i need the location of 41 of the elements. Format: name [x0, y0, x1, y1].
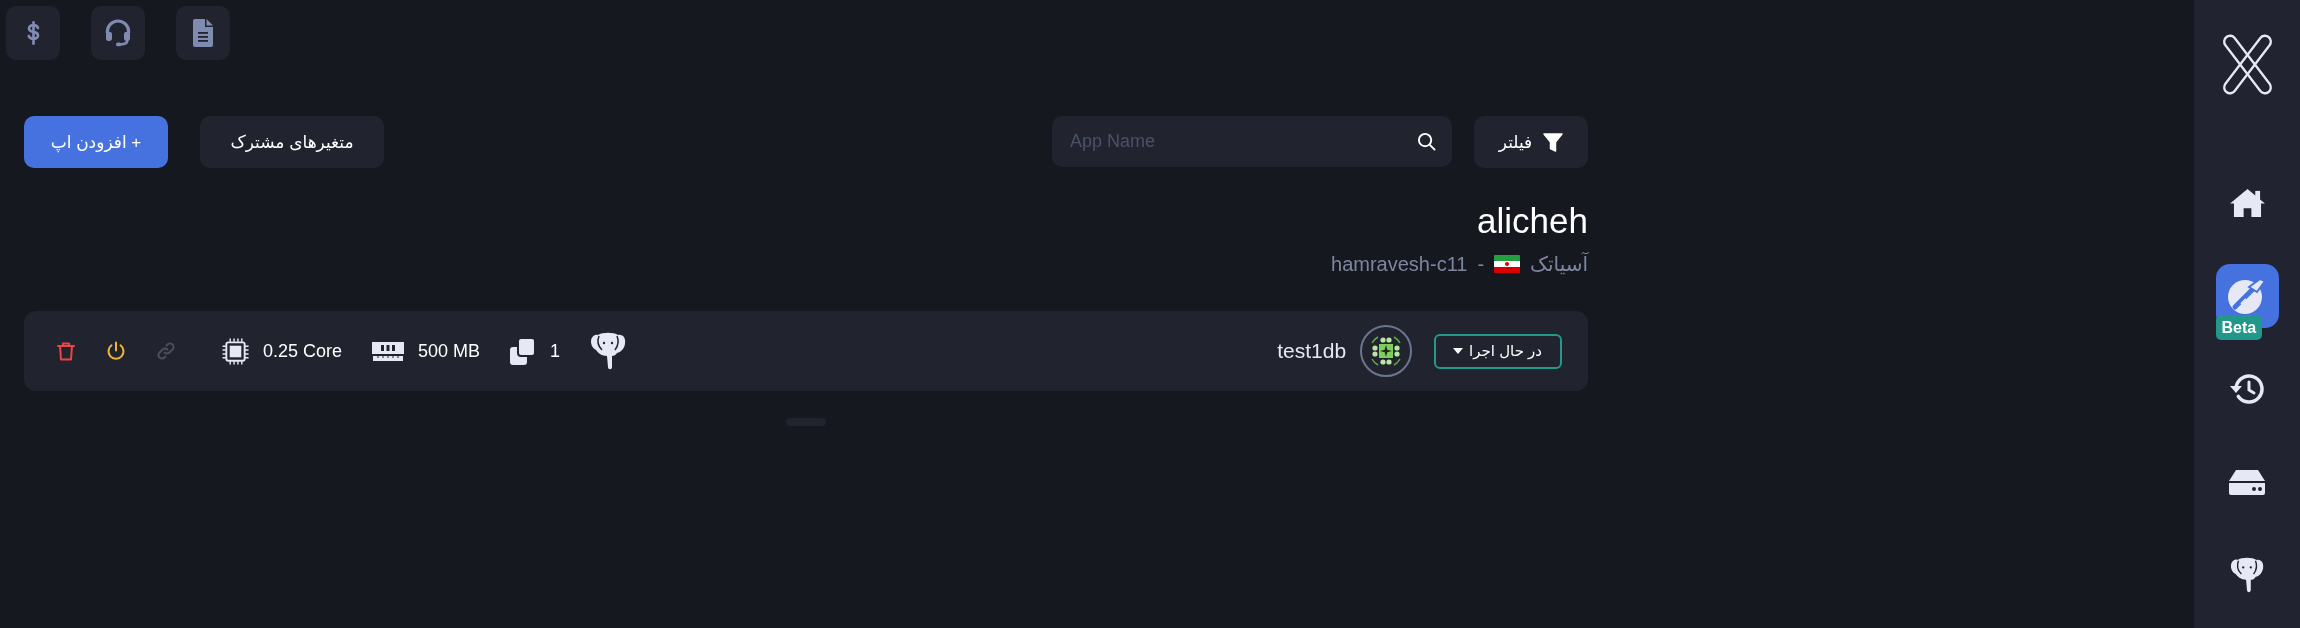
funnel-icon — [1543, 132, 1564, 152]
power-icon[interactable] — [106, 341, 126, 361]
flag-icon — [1494, 255, 1521, 273]
headset-icon — [104, 19, 132, 47]
add-app-button[interactable]: + افزودن اپ — [24, 116, 168, 168]
home-icon — [2228, 188, 2266, 218]
trash-icon[interactable] — [56, 341, 76, 361]
region-name: آسیاتک — [1530, 252, 1588, 276]
elephant-icon — [590, 332, 627, 370]
cpu-icon — [222, 337, 249, 365]
history-icon — [2229, 373, 2265, 405]
app-name[interactable]: test1db — [1277, 339, 1347, 363]
separator-text: - — [1477, 252, 1485, 276]
drive-icon — [2229, 469, 2265, 495]
search-icon — [1417, 132, 1436, 151]
sidebar-item[interactable] — [2229, 469, 2265, 495]
document-icon — [193, 19, 213, 47]
copy-icon — [510, 337, 537, 365]
search-field[interactable]: App Name — [1052, 116, 1452, 167]
chip-icon — [1360, 325, 1413, 377]
elephant-icon — [2230, 557, 2264, 593]
sidebar-item[interactable] — [2228, 188, 2266, 218]
memory-icon — [372, 340, 405, 362]
rocket-icon — [2227, 277, 2267, 315]
status-dropdown[interactable]: در حال اجرا — [1434, 333, 1562, 369]
memory-value: 500 MB — [418, 340, 481, 362]
filter-button[interactable]: فیلتر — [1474, 116, 1588, 168]
replica-count: 1 — [550, 340, 561, 362]
pricing-button[interactable] — [6, 6, 60, 60]
cpu-value: 0.25 Core — [263, 340, 343, 362]
sidebar-item[interactable] — [2230, 557, 2264, 593]
shared-variables-button[interactable]: متغیرهای مشترک — [200, 116, 384, 168]
caret-icon — [1453, 348, 1464, 354]
dollar-icon — [25, 21, 41, 45]
beta-badge: Beta — [2215, 315, 2263, 340]
sidebar-item[interactable]: Beta — [2215, 264, 2279, 340]
project-title: alicheh — [1477, 200, 1588, 242]
docs-button[interactable] — [176, 6, 230, 60]
cluster-name: hamravesh-c11 — [1331, 252, 1468, 276]
sidebar-item[interactable] — [2229, 373, 2265, 405]
support-button[interactable] — [91, 6, 145, 60]
